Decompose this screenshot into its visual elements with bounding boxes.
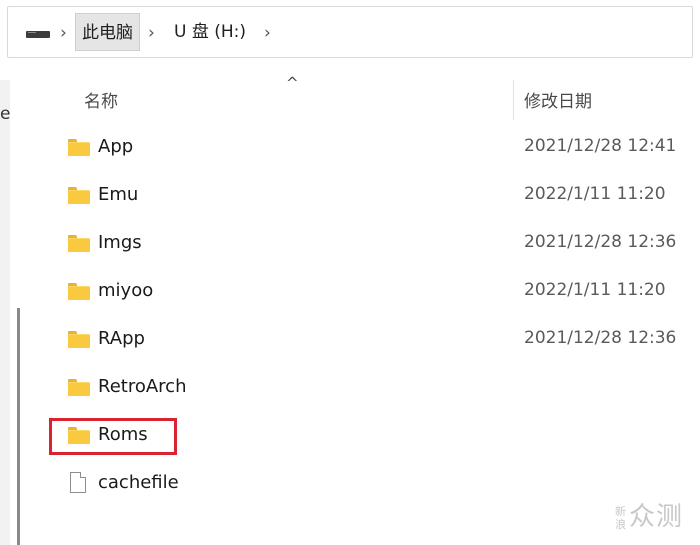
drive-icon[interactable] — [26, 31, 50, 38]
item-name: RApp — [98, 328, 145, 349]
roms-highlight-box — [49, 418, 177, 455]
folder-icon — [68, 235, 90, 252]
list-item[interactable]: cachefile — [38, 464, 700, 504]
column-divider[interactable] — [513, 80, 514, 120]
column-header-row: ^ 名称 修改日期 — [38, 74, 700, 120]
folder-icon — [68, 187, 90, 204]
folder-icon — [68, 139, 90, 156]
item-date: 2021/12/28 12:36 — [524, 328, 677, 348]
list-item[interactable]: App 2021/12/28 12:41 — [38, 128, 700, 168]
item-name: cachefile — [98, 472, 179, 493]
column-header-name[interactable]: 名称 — [84, 87, 118, 112]
watermark-main-text: 众测 — [629, 502, 684, 532]
watermark-logo: 新浪众测 — [615, 496, 683, 533]
chevron-right-icon[interactable]: › — [148, 23, 155, 43]
item-date: 2021/12/28 12:36 — [524, 232, 677, 252]
item-name: Emu — [98, 184, 139, 205]
folder-icon — [68, 379, 90, 396]
navigation-scrollbar[interactable] — [17, 308, 20, 545]
item-date: 2021/12/28 12:41 — [524, 136, 677, 156]
column-header-date-modified[interactable]: 修改日期 — [524, 87, 592, 112]
breadcrumb-usb-drive[interactable]: U 盘 (H:) — [168, 13, 252, 51]
item-date: 2022/1/11 11:20 — [524, 184, 666, 204]
list-item[interactable]: RApp 2021/12/28 12:36 — [38, 320, 700, 360]
item-name: miyoo — [98, 280, 154, 301]
item-name: Imgs — [98, 232, 142, 253]
list-item[interactable]: miyoo 2022/1/11 11:20 — [38, 272, 700, 312]
breadcrumb-this-pc[interactable]: 此电脑 — [75, 13, 140, 51]
sort-ascending-icon[interactable]: ^ — [286, 74, 299, 92]
list-item[interactable]: Imgs 2021/12/28 12:36 — [38, 224, 700, 264]
file-list: ^ 名称 修改日期 App 2021/12/28 12:41 Emu 2022/… — [38, 74, 700, 545]
list-item[interactable]: RetroArch — [38, 368, 700, 408]
item-name: RetroArch — [98, 376, 187, 397]
watermark-small-text: 新浪 — [615, 504, 627, 531]
item-date: 2022/1/11 11:20 — [524, 280, 666, 300]
chevron-right-icon[interactable]: › — [264, 23, 271, 43]
file-explorer-window: › 此电脑 › U 盘 (H:) › e ^ 名称 修改日期 App 2021/… — [0, 0, 700, 545]
navigation-pane-text: e — [0, 104, 11, 124]
item-name: App — [98, 136, 134, 157]
folder-icon — [68, 283, 90, 300]
address-bar[interactable]: › 此电脑 › U 盘 (H:) › — [7, 6, 693, 58]
list-item[interactable]: Emu 2022/1/11 11:20 — [38, 176, 700, 216]
navigation-pane[interactable] — [0, 80, 10, 545]
file-icon — [70, 472, 86, 493]
folder-icon — [68, 331, 90, 348]
chevron-right-icon[interactable]: › — [60, 23, 67, 43]
